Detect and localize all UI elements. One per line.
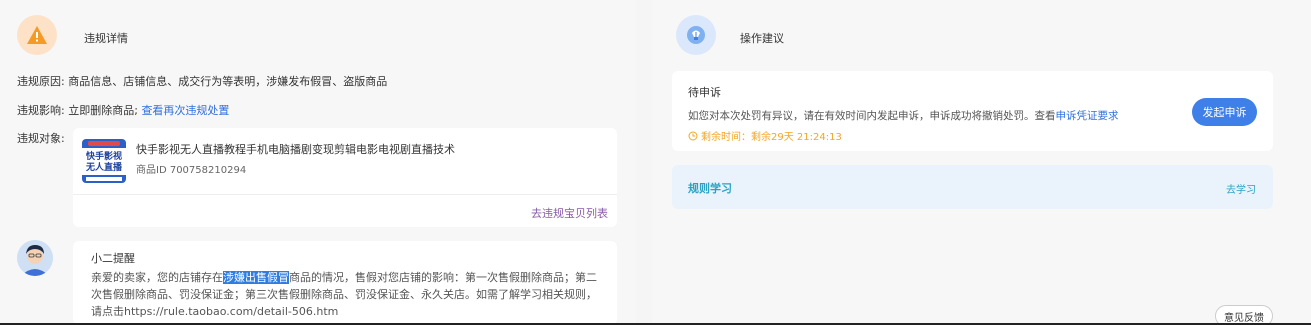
- assistant-avatar: [17, 240, 53, 276]
- appeal-timer-text: 剩余时间：剩余29天 21:24:13: [701, 132, 842, 143]
- rule-study-card: 规则学习 去学习: [672, 165, 1273, 209]
- violation-panel: 违规详情 违规原因: 商品信息、店铺信息、成交行为等表明，涉嫌发布假冒、盗版商品…: [0, 0, 636, 325]
- violation-impact-label: 违规影响:: [17, 104, 65, 117]
- product-divider: [73, 194, 617, 195]
- lightbulb-icon: [676, 15, 716, 55]
- appeal-timer: 剩余时间：剩余29天 21:24:13: [688, 128, 842, 143]
- reminder-title: 小二提醒: [91, 252, 135, 265]
- thumb-text-1: 快手影视: [86, 150, 122, 162]
- violation-impact-value: 立即删除商品;: [68, 104, 138, 117]
- reminder-highlight: 涉嫌出售假冒: [223, 271, 289, 284]
- violation-object-label: 违规对象:: [17, 132, 65, 145]
- product-thumbnail[interactable]: 快手影视 无人直播: [82, 139, 126, 183]
- product-title[interactable]: 快手影视无人直播教程手机电脑播剧变现剪辑电影电视剧直播技术: [136, 141, 455, 157]
- warning-icon: [17, 15, 57, 55]
- feedback-button[interactable]: 意见反馈: [1215, 305, 1273, 325]
- appeal-description: 如您对本次处罚有异议，请在有效时间内发起申诉，申诉成功将撤销处罚。查看申诉凭证要…: [688, 108, 1119, 123]
- appeal-requirements-link[interactable]: 申诉凭证要求: [1056, 110, 1119, 122]
- appeal-desc-text: 如您对本次处罚有异议，请在有效时间内发起申诉，申诉成功将撤销处罚。查看: [688, 110, 1056, 122]
- violation-section-title: 违规详情: [84, 32, 128, 45]
- clock-icon: [688, 131, 698, 140]
- appeal-card: 待申诉 如您对本次处罚有异议，请在有效时间内发起申诉，申诉成功将撤销处罚。查看申…: [672, 71, 1273, 151]
- reminder-text-before: 亲爱的卖家，您的店铺存在: [91, 271, 223, 284]
- violation-list-link[interactable]: 去违规宝贝列表: [531, 205, 608, 221]
- rule-study-title: 规则学习: [688, 182, 732, 195]
- violation-reason: 违规原因: 商品信息、店铺信息、成交行为等表明，涉嫌发布假冒、盗版商品: [17, 73, 387, 89]
- violation-reason-value: 商品信息、店铺信息、成交行为等表明，涉嫌发布假冒、盗版商品: [68, 75, 388, 88]
- appeal-status: 待申诉: [688, 86, 721, 99]
- thumb-text-2: 无人直播: [85, 161, 123, 173]
- reminder-text: 亲爱的卖家，您的店铺存在涉嫌出售假冒商品的情况，售假对您店铺的影响：第一次售假删…: [91, 269, 607, 320]
- reminder-card: 小二提醒 亲爱的卖家，您的店铺存在涉嫌出售假冒商品的情况，售假对您店铺的影响：第…: [73, 241, 617, 325]
- suggestion-panel: 操作建议: [652, 0, 1311, 325]
- page: 违规详情 违规原因: 商品信息、店铺信息、成交行为等表明，涉嫌发布假冒、盗版商品…: [0, 0, 1311, 325]
- product-card: 快手影视 无人直播 快手影视无人直播教程手机电脑播剧变现剪辑电影电视剧直播技术 …: [73, 128, 617, 227]
- suggestion-section-title: 操作建议: [740, 32, 784, 45]
- repeat-violation-link[interactable]: 查看再次违规处置: [141, 104, 229, 117]
- go-study-link[interactable]: 去学习: [1226, 181, 1256, 196]
- product-id: 商品ID 700758210294: [136, 165, 247, 176]
- start-appeal-button[interactable]: 发起申诉: [1192, 98, 1257, 126]
- violation-reason-label: 违规原因:: [17, 75, 65, 88]
- violation-impact: 违规影响: 立即删除商品; 查看再次违规处置: [17, 102, 229, 118]
